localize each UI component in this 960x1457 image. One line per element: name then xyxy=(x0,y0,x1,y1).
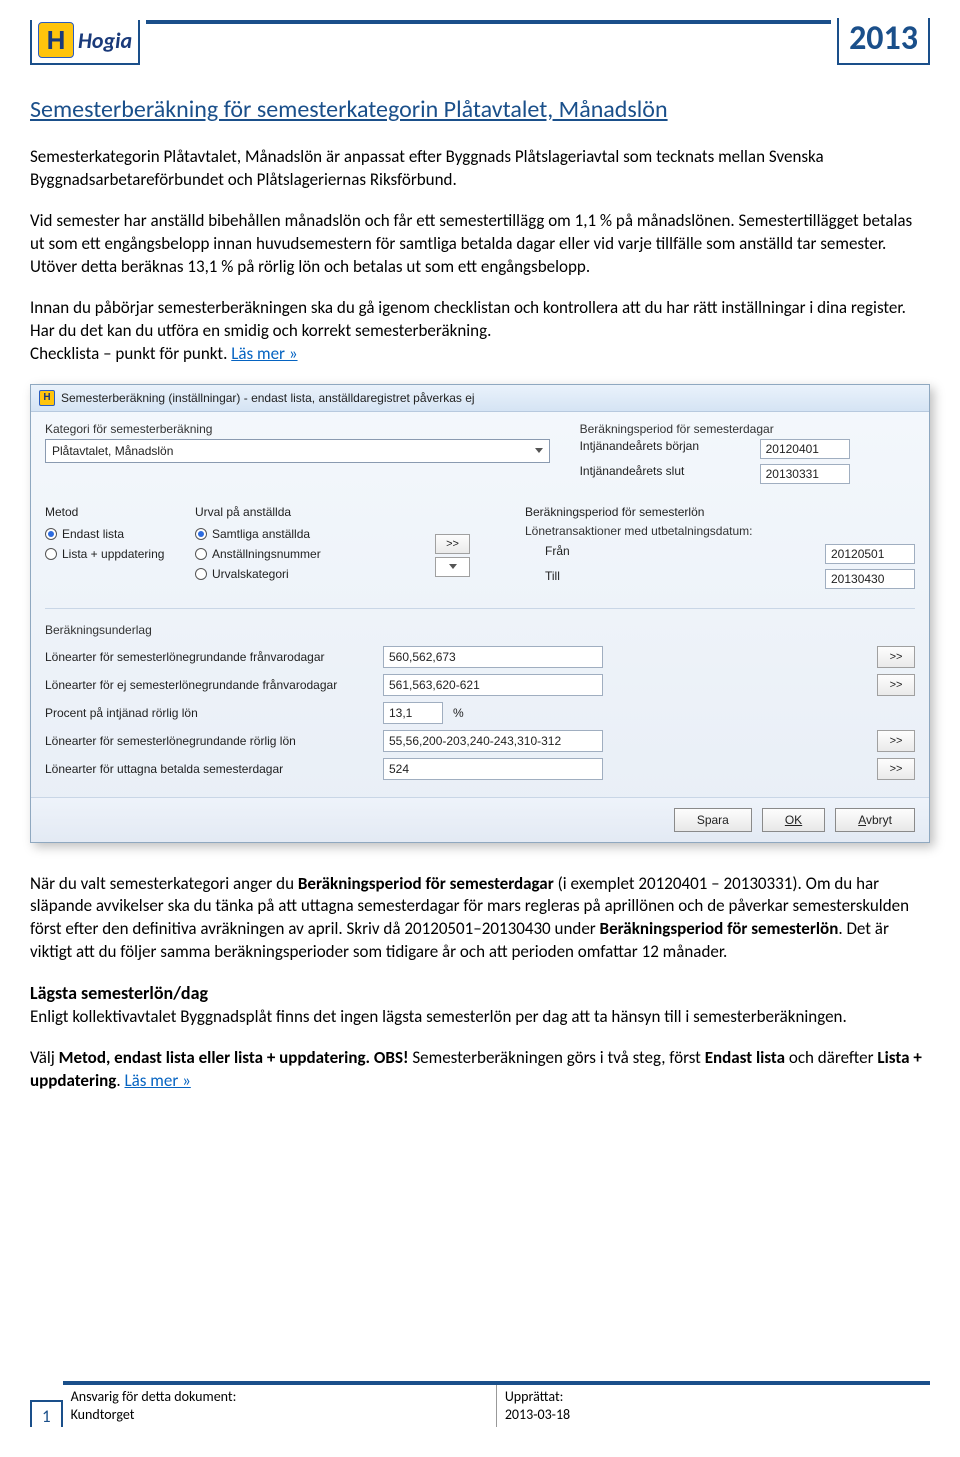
picker-button[interactable]: >> xyxy=(877,730,915,752)
percent-label: % xyxy=(453,706,464,720)
urval-range-button[interactable]: >> xyxy=(435,534,470,554)
kategori-select[interactable]: Plåtavtalet, Månadslön xyxy=(45,439,550,463)
read-more-link-2[interactable]: Läs mer » xyxy=(125,1070,191,1091)
radio-icon xyxy=(195,568,207,580)
section-heading: Lägsta semesterlön/dag xyxy=(30,982,930,1004)
intj-borjan-label: Intjänandeårets början xyxy=(580,439,730,459)
radio-endast-lista[interactable]: Endast lista xyxy=(45,524,175,544)
radio-samtliga[interactable]: Samtliga anställda xyxy=(195,524,415,544)
page-title: Semesterberäkning för semesterkategorin … xyxy=(30,95,930,124)
intj-slut-label: Intjänandeårets slut xyxy=(580,464,730,484)
radio-icon xyxy=(195,528,207,540)
picker-button[interactable]: >> xyxy=(877,674,915,696)
intro-para-1: Semesterkategorin Plåtavtalet, Månadslön… xyxy=(30,146,930,192)
underlag-field-2[interactable]: 13,1 xyxy=(383,702,443,724)
intj-borjan-field[interactable]: 20120401 xyxy=(760,439,850,459)
underlag-label: Beräkningsunderlag xyxy=(45,623,915,637)
underlag-row: Lönearter för semesterlönegrundande från… xyxy=(45,643,915,671)
kategori-value: Plåtavtalet, Månadslön xyxy=(52,444,173,458)
radio-urvalskategori[interactable]: Urvalskategori xyxy=(195,564,415,584)
footer-left-value: Kundtorget xyxy=(71,1406,135,1423)
spara-button[interactable]: Spara xyxy=(674,808,752,832)
intro-para-2: Vid semester har anställd bibehållen mån… xyxy=(30,210,930,279)
footer-right-label: Upprättat: xyxy=(505,1388,564,1405)
app-h-icon: H xyxy=(39,390,55,406)
underlag-field-3[interactable]: 55,56,200-203,240-243,310-312 xyxy=(383,730,603,752)
underlag-row: Lönearter för uttagna betalda semesterda… xyxy=(45,755,915,783)
metod-label: Metod xyxy=(45,505,175,519)
radio-anstallningsnummer[interactable]: Anställningsnummer xyxy=(195,544,415,564)
after-para-2: Enligt kollektivavtalet Byggnadsplåt fin… xyxy=(30,1006,930,1029)
radio-lista-uppdatering[interactable]: Lista + uppdatering xyxy=(45,544,175,564)
year-badge: 2013 xyxy=(837,18,930,65)
after-para-1: När du valt semesterkategori anger du Be… xyxy=(30,873,930,965)
underlag-field-0[interactable]: 560,562,673 xyxy=(383,646,603,668)
avbryt-button[interactable]: Avbryt xyxy=(835,808,915,832)
ok-button[interactable]: OK xyxy=(762,808,825,832)
berper-dagar-label: Beräkningsperiod för semesterdagar xyxy=(580,422,915,436)
radio-icon xyxy=(45,548,57,560)
brand-logo: H Hogia xyxy=(30,20,140,65)
fran-label: Från xyxy=(525,544,585,564)
window-titlebar: H Semesterberäkning (inställningar) - en… xyxy=(31,385,929,412)
till-field[interactable]: 20130430 xyxy=(825,569,915,589)
underlag-field-1[interactable]: 561,563,620-621 xyxy=(383,674,603,696)
underlag-field-4[interactable]: 524 xyxy=(383,758,603,780)
picker-button[interactable]: >> xyxy=(877,758,915,780)
urval-dropdown[interactable] xyxy=(435,557,470,577)
footer-right-value: 2013-03-18 xyxy=(505,1406,570,1423)
fran-field[interactable]: 20120501 xyxy=(825,544,915,564)
avbryt-rest: vbryt xyxy=(866,813,892,827)
footer-left-label: Ansvarig för detta dokument: xyxy=(71,1388,237,1405)
underlag-row: Procent på intjänad rörlig lön 13,1 % xyxy=(45,699,915,727)
window-title: Semesterberäkning (inställningar) - enda… xyxy=(61,391,475,405)
lonetrans-label: Lönetransaktioner med utbetalningsdatum: xyxy=(525,524,915,538)
picker-button[interactable]: >> xyxy=(877,646,915,668)
intj-slut-field[interactable]: 20130331 xyxy=(760,464,850,484)
after-para-3: Välj Metod, endast lista eller lista + u… xyxy=(30,1047,930,1093)
page-footer: 1 Ansvarig för detta dokument: Kundtorge… xyxy=(30,1381,930,1427)
chevron-down-icon xyxy=(449,564,457,569)
brand-name: Hogia xyxy=(78,27,132,54)
radio-icon xyxy=(195,548,207,560)
app-window: H Semesterberäkning (inställningar) - en… xyxy=(30,384,930,843)
chevron-down-icon xyxy=(535,448,543,453)
read-more-link-1[interactable]: Läs mer » xyxy=(231,343,297,364)
header-rule xyxy=(146,20,831,24)
kategori-label: Kategori för semesterberäkning xyxy=(45,422,550,436)
berper-lon-label: Beräkningsperiod för semesterlön xyxy=(525,505,915,519)
underlag-row: Lönearter för ej semesterlönegrundande f… xyxy=(45,671,915,699)
page-number: 1 xyxy=(30,1400,63,1427)
radio-icon xyxy=(45,528,57,540)
divider xyxy=(45,608,915,609)
underlag-row: Lönearter för semesterlönegrundande rörl… xyxy=(45,727,915,755)
urval-label: Urval på anställda xyxy=(195,505,415,519)
till-label: Till xyxy=(525,569,585,589)
logo-h-icon: H xyxy=(38,22,74,58)
intro-para-3: Innan du påbörjar semesterberäkningen sk… xyxy=(30,297,930,366)
